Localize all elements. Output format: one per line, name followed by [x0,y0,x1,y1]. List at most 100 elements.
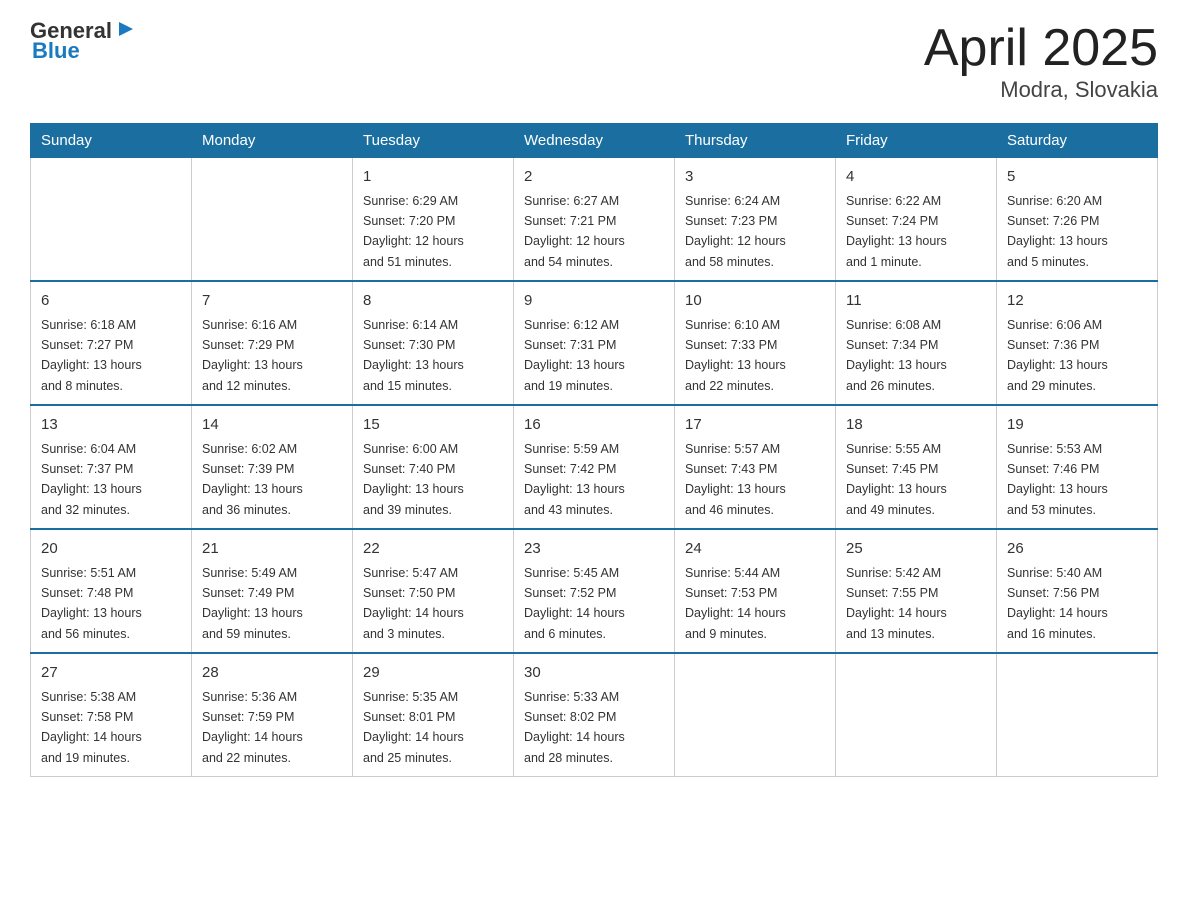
calendar-cell: 19 Sunrise: 5:53 AM Sunset: 7:46 PM Dayli… [997,405,1158,529]
day-info: Sunrise: 5:38 AM Sunset: 7:58 PM Dayligh… [41,690,142,765]
day-number: 14 [202,414,342,437]
day-info: Sunrise: 6:18 AM Sunset: 7:27 PM Dayligh… [41,318,142,393]
day-info: Sunrise: 5:40 AM Sunset: 7:56 PM Dayligh… [1007,566,1108,641]
calendar-cell: 14 Sunrise: 6:02 AM Sunset: 7:39 PM Dayli… [192,405,353,529]
header-day-tuesday: Tuesday [353,124,514,158]
calendar-cell: 30 Sunrise: 5:33 AM Sunset: 8:02 PM Dayli… [514,653,675,777]
day-number: 29 [363,662,503,685]
calendar-cell: 6 Sunrise: 6:18 AM Sunset: 7:27 PM Daylig… [31,281,192,405]
calendar-cell: 27 Sunrise: 5:38 AM Sunset: 7:58 PM Dayli… [31,653,192,777]
logo: General Blue [30,20,137,62]
day-info: Sunrise: 6:29 AM Sunset: 7:20 PM Dayligh… [363,194,464,269]
calendar-cell: 29Sunrise: 5:35 AM Sunset: 8:01 PM Dayli… [353,653,514,777]
calendar-week-row: 13 Sunrise: 6:04 AM Sunset: 7:37 PM Dayli… [31,405,1158,529]
day-info: Sunrise: 5:36 AM Sunset: 7:59 PM Dayligh… [202,690,303,765]
calendar-cell: 20 Sunrise: 5:51 AM Sunset: 7:48 PM Dayli… [31,529,192,653]
calendar-table: SundayMondayTuesdayWednesdayThursdayFrid… [30,123,1158,777]
day-info: Sunrise: 5:51 AM Sunset: 7:48 PM Dayligh… [41,566,142,641]
day-info: Sunrise: 5:57 AM Sunset: 7:43 PM Dayligh… [685,442,786,517]
logo-blue-text: Blue [32,40,80,62]
day-number: 30 [524,662,664,685]
day-number: 1 [363,166,503,189]
calendar-cell: 8 Sunrise: 6:14 AM Sunset: 7:30 PM Daylig… [353,281,514,405]
calendar-cell: 18Sunrise: 5:55 AM Sunset: 7:45 PM Dayli… [836,405,997,529]
day-number: 12 [1007,290,1147,313]
calendar-cell: 21 Sunrise: 5:49 AM Sunset: 7:49 PM Dayli… [192,529,353,653]
day-number: 20 [41,538,181,561]
day-number: 21 [202,538,342,561]
calendar-cell [192,158,353,282]
calendar-cell: 1 Sunrise: 6:29 AM Sunset: 7:20 PM Daylig… [353,158,514,282]
day-info: Sunrise: 6:00 AM Sunset: 7:40 PM Dayligh… [363,442,464,517]
header-day-wednesday: Wednesday [514,124,675,158]
day-number: 13 [41,414,181,437]
day-number: 26 [1007,538,1147,561]
day-number: 18 [846,414,986,437]
day-info: Sunrise: 6:10 AM Sunset: 7:33 PM Dayligh… [685,318,786,393]
calendar-cell: 2 Sunrise: 6:27 AM Sunset: 7:21 PM Daylig… [514,158,675,282]
day-info: Sunrise: 6:06 AM Sunset: 7:36 PM Dayligh… [1007,318,1108,393]
day-info: Sunrise: 6:04 AM Sunset: 7:37 PM Dayligh… [41,442,142,517]
calendar-cell: 7 Sunrise: 6:16 AM Sunset: 7:29 PM Daylig… [192,281,353,405]
page-subtitle: Modra, Slovakia [924,77,1158,103]
day-number: 5 [1007,166,1147,189]
day-info: Sunrise: 5:45 AM Sunset: 7:52 PM Dayligh… [524,566,625,641]
day-number: 11 [846,290,986,313]
day-info: Sunrise: 6:24 AM Sunset: 7:23 PM Dayligh… [685,194,786,269]
day-info: Sunrise: 6:16 AM Sunset: 7:29 PM Dayligh… [202,318,303,393]
calendar-cell: 24 Sunrise: 5:44 AM Sunset: 7:53 PM Dayli… [675,529,836,653]
day-number: 24 [685,538,825,561]
page-title: April 2025 [924,20,1158,77]
day-number: 19 [1007,414,1147,437]
day-info: Sunrise: 6:02 AM Sunset: 7:39 PM Dayligh… [202,442,303,517]
calendar-cell: 3 Sunrise: 6:24 AM Sunset: 7:23 PM Daylig… [675,158,836,282]
day-info: Sunrise: 5:59 AM Sunset: 7:42 PM Dayligh… [524,442,625,517]
day-number: 22 [363,538,503,561]
calendar-week-row: 20 Sunrise: 5:51 AM Sunset: 7:48 PM Dayli… [31,529,1158,653]
calendar-cell: 13 Sunrise: 6:04 AM Sunset: 7:37 PM Dayli… [31,405,192,529]
day-info: Sunrise: 6:14 AM Sunset: 7:30 PM Dayligh… [363,318,464,393]
day-number: 7 [202,290,342,313]
header-day-thursday: Thursday [675,124,836,158]
day-info: Sunrise: 6:22 AM Sunset: 7:24 PM Dayligh… [846,194,947,269]
day-number: 4 [846,166,986,189]
day-number: 27 [41,662,181,685]
day-number: 15 [363,414,503,437]
day-number: 9 [524,290,664,313]
calendar-cell: 4 Sunrise: 6:22 AM Sunset: 7:24 PM Daylig… [836,158,997,282]
day-info: Sunrise: 5:53 AM Sunset: 7:46 PM Dayligh… [1007,442,1108,517]
header-day-saturday: Saturday [997,124,1158,158]
calendar-cell: 25Sunrise: 5:42 AM Sunset: 7:55 PM Dayli… [836,529,997,653]
header-day-monday: Monday [192,124,353,158]
day-info: Sunrise: 5:49 AM Sunset: 7:49 PM Dayligh… [202,566,303,641]
calendar-week-row: 1 Sunrise: 6:29 AM Sunset: 7:20 PM Daylig… [31,158,1158,282]
calendar-cell: 5Sunrise: 6:20 AM Sunset: 7:26 PM Daylig… [997,158,1158,282]
day-info: Sunrise: 6:27 AM Sunset: 7:21 PM Dayligh… [524,194,625,269]
calendar-cell: 12 Sunrise: 6:06 AM Sunset: 7:36 PM Dayli… [997,281,1158,405]
header-day-friday: Friday [836,124,997,158]
day-number: 6 [41,290,181,313]
calendar-cell: 23 Sunrise: 5:45 AM Sunset: 7:52 PM Dayli… [514,529,675,653]
page-header: General Blue April 2025 Modra, Slovakia [30,20,1158,103]
day-info: Sunrise: 5:44 AM Sunset: 7:53 PM Dayligh… [685,566,786,641]
day-info: Sunrise: 6:08 AM Sunset: 7:34 PM Dayligh… [846,318,947,393]
day-number: 23 [524,538,664,561]
day-number: 28 [202,662,342,685]
day-number: 3 [685,166,825,189]
day-info: Sunrise: 5:33 AM Sunset: 8:02 PM Dayligh… [524,690,625,765]
calendar-cell: 10Sunrise: 6:10 AM Sunset: 7:33 PM Dayli… [675,281,836,405]
calendar-cell [836,653,997,777]
calendar-cell: 22Sunrise: 5:47 AM Sunset: 7:50 PM Dayli… [353,529,514,653]
day-number: 25 [846,538,986,561]
calendar-cell [997,653,1158,777]
calendar-week-row: 27 Sunrise: 5:38 AM Sunset: 7:58 PM Dayli… [31,653,1158,777]
title-block: April 2025 Modra, Slovakia [924,20,1158,103]
logo-icon [115,18,137,40]
calendar-cell: 17Sunrise: 5:57 AM Sunset: 7:43 PM Dayli… [675,405,836,529]
day-info: Sunrise: 6:12 AM Sunset: 7:31 PM Dayligh… [524,318,625,393]
day-number: 16 [524,414,664,437]
day-number: 8 [363,290,503,313]
calendar-cell: 16 Sunrise: 5:59 AM Sunset: 7:42 PM Dayli… [514,405,675,529]
calendar-cell: 11 Sunrise: 6:08 AM Sunset: 7:34 PM Dayli… [836,281,997,405]
day-number: 2 [524,166,664,189]
